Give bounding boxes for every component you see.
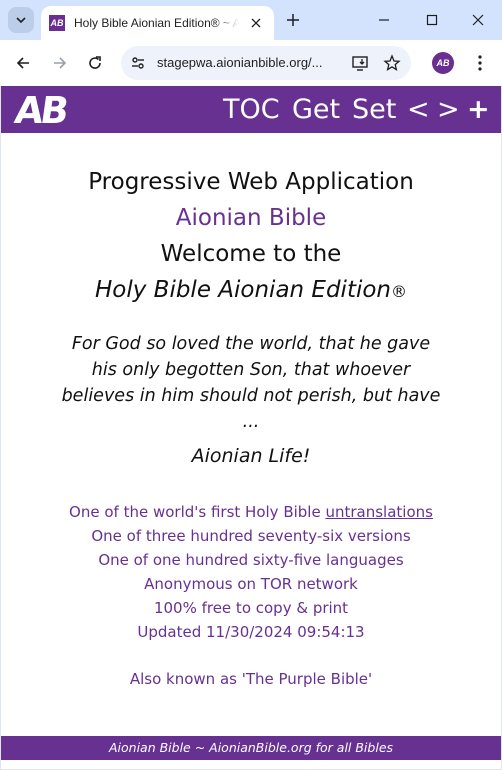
nav-set-link[interactable]: Set xyxy=(352,94,396,125)
aionian-life-text: Aionian Life! xyxy=(191,445,311,467)
chevron-down-icon xyxy=(16,17,26,24)
site-favicon: AB xyxy=(49,15,65,31)
web-page: AB TOC Get Set < > + Progressive Web App… xyxy=(1,86,501,769)
site-settings-button[interactable] xyxy=(129,54,147,72)
minimize-button[interactable] xyxy=(372,8,396,32)
fact-line-1-text: One of the world's first Holy Bible xyxy=(69,503,326,521)
fact-line-3: One of one hundred sixty-five languages xyxy=(98,551,404,569)
browser-tabstrip: AB Holy Bible Aionian Edition® ~ Aionian… xyxy=(0,0,502,40)
tab-close-button[interactable] xyxy=(248,15,264,31)
more-vert-icon xyxy=(478,55,482,71)
plus-icon xyxy=(287,14,299,26)
bible-verse: For God so loved the world, that he gave… xyxy=(61,334,441,432)
bookmark-button[interactable] xyxy=(382,53,402,73)
install-app-icon xyxy=(352,56,368,71)
close-icon xyxy=(251,18,261,28)
site-settings-icon xyxy=(132,57,144,69)
heading-holy-bible: Holy Bible Aionian Edition® xyxy=(1,277,501,303)
fact-line-2: One of three hundred seventy-six version… xyxy=(91,527,411,545)
close-window-button[interactable] xyxy=(466,8,490,32)
heading-holy-bible-text: Holy Bible Aionian Edition xyxy=(94,277,392,303)
maximize-icon xyxy=(426,14,438,26)
new-tab-button[interactable] xyxy=(283,10,303,30)
heading-welcome: Welcome to the xyxy=(160,241,342,267)
maximize-button[interactable] xyxy=(420,8,444,32)
reload-icon xyxy=(89,56,101,69)
profile-avatar[interactable]: AB xyxy=(432,52,454,74)
close-icon xyxy=(472,14,484,26)
fact-line-1: One of the world's first Holy Bible untr… xyxy=(1,500,501,524)
fact-line-5: 100% free to copy & print xyxy=(153,599,349,617)
nav-toc-link[interactable]: TOC xyxy=(223,94,280,125)
tab-search-button[interactable] xyxy=(8,7,34,33)
star-icon xyxy=(383,54,401,71)
browser-tab-active[interactable]: AB Holy Bible Aionian Edition® ~ Aionian… xyxy=(41,6,274,40)
reload-button[interactable] xyxy=(83,51,107,75)
nav-get-link[interactable]: Get xyxy=(292,94,340,125)
tab-title: Holy Bible Aionian Edition® ~ Aionian Bi… xyxy=(74,16,239,30)
forward-button[interactable] xyxy=(48,51,72,75)
url-text[interactable]: stagepwa.aionianbible.org/... xyxy=(157,55,323,70)
site-logo[interactable]: AB xyxy=(12,89,69,132)
nav-plus-link[interactable]: + xyxy=(467,94,490,125)
also-known-as: Also known as 'The Purple Bible' xyxy=(129,670,373,688)
forward-arrow-icon xyxy=(54,57,67,69)
fact-line-4: Anonymous on TOR network xyxy=(144,575,358,593)
back-arrow-icon xyxy=(16,57,29,69)
minimize-icon xyxy=(379,19,389,21)
heading-aionian-bible: Aionian Bible xyxy=(175,205,327,231)
untranslations-link[interactable]: untranslations xyxy=(325,503,432,521)
browser-toolbar: stagepwa.aionianbible.org/... AB xyxy=(0,40,502,86)
facts-list: One of the world's first Holy Bible untr… xyxy=(1,500,501,644)
nav-next-link[interactable]: > xyxy=(437,94,460,125)
registered-mark: ® xyxy=(391,282,408,301)
app-header: AB TOC Get Set < > + xyxy=(1,86,501,133)
install-app-button[interactable] xyxy=(350,53,370,73)
nav-prev-link[interactable]: < xyxy=(407,94,430,125)
fact-line-6: Updated 11/30/2024 09:54:13 xyxy=(137,623,365,641)
address-bar[interactable]: stagepwa.aionianbible.org/... xyxy=(121,46,411,80)
heading-pwa: Progressive Web Application xyxy=(88,169,414,195)
browser-menu-button[interactable] xyxy=(470,52,490,74)
page-footer[interactable]: Aionian Bible ~ AionianBible.org for all… xyxy=(1,736,501,760)
back-button[interactable] xyxy=(11,51,35,75)
